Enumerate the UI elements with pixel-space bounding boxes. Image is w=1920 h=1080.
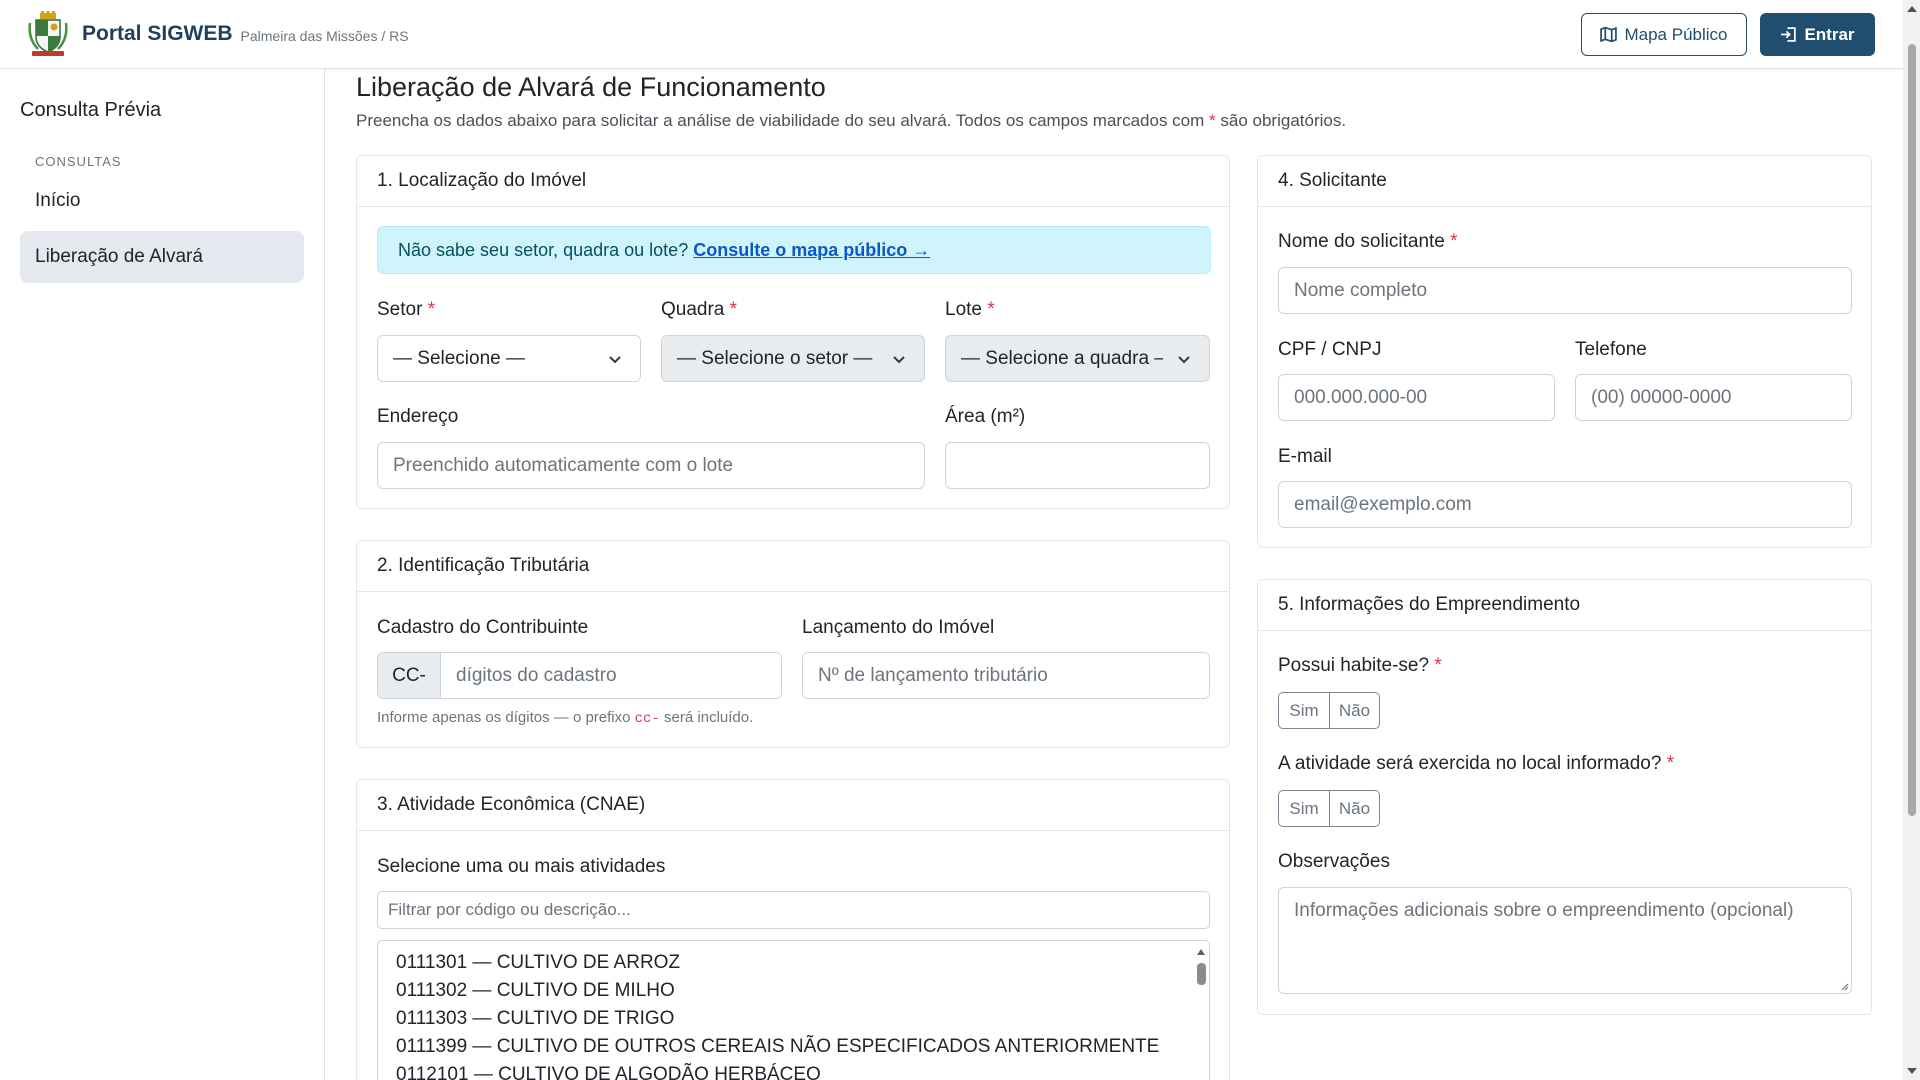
public-map-button-label: Mapa Público	[1624, 24, 1728, 44]
activity-listbox[interactable]: 0111301 — CULTIVO DE ARROZ 0111302 — CUL…	[377, 940, 1210, 1080]
cadastro-input[interactable]: dígitos do cadastro	[440, 652, 782, 699]
listbox-scrollbar[interactable]	[1192, 941, 1209, 1080]
sidebar-item-liberacao-alvara[interactable]: Liberação de Alvará	[20, 231, 304, 283]
applicant-card-header: 4. Solicitante	[1258, 156, 1871, 207]
notes-textarea[interactable]: Informações adicionais sobre o empreendi…	[1278, 887, 1852, 994]
business-card: 5. Informações do Empreendimento Possui …	[1257, 579, 1872, 1015]
location-card-header: 1. Localização do Imóvel	[357, 156, 1229, 207]
applicant-card: 4. Solicitante Nome do solicitante * Nom…	[1257, 155, 1872, 548]
activity-label: Selecione uma ou mais atividades	[377, 856, 666, 877]
activity-card-header: 3. Atividade Econômica (CNAE)	[357, 780, 1229, 831]
public-map-link[interactable]: Consulte o mapa público →	[693, 240, 930, 261]
lancamento-input[interactable]: Nº de lançamento tributário	[802, 652, 1210, 699]
cpf-label: CPF / CNPJ	[1278, 339, 1382, 360]
map-icon	[1600, 26, 1618, 43]
habitese-yes-button[interactable]: Sim	[1279, 693, 1329, 728]
activity-card: 3. Atividade Econômica (CNAE) Selecione …	[356, 779, 1230, 1080]
habitese-label: Possui habite-se? *	[1278, 655, 1442, 676]
local-label: A atividade será exercida no local infor…	[1278, 753, 1675, 774]
name-label: Nome do solicitante *	[1278, 231, 1458, 252]
habitese-toggle: Sim Não	[1278, 692, 1380, 729]
list-item[interactable]: 0111301 — CULTIVO DE ARROZ	[378, 949, 1209, 977]
list-item[interactable]: 0111303 — CULTIVO DE TRIGO	[378, 1005, 1209, 1033]
page-subtitle: Preencha os dados abaixo para solicitar …	[356, 111, 1347, 130]
setor-select[interactable]: — Selecione —	[377, 335, 641, 382]
area-input[interactable]	[945, 442, 1210, 489]
lote-label: Lote *	[945, 299, 995, 320]
phone-label: Telefone	[1575, 339, 1647, 360]
sidebar-section-label: CONSULTAS	[35, 154, 122, 169]
scroll-up-arrow-icon[interactable]	[1907, 6, 1917, 12]
scroll-up-arrow-icon[interactable]	[1197, 949, 1205, 955]
name-input[interactable]: Nome completo	[1278, 267, 1852, 314]
habitese-no-button[interactable]: Não	[1329, 693, 1379, 728]
tax-card-header: 2. Identificação Tributária	[357, 541, 1229, 592]
login-icon	[1781, 27, 1797, 42]
map-info-alert: Não sabe seu setor, quadra ou lote? Cons…	[377, 226, 1211, 274]
brand-city: Palmeira das Missões / RS	[240, 28, 409, 44]
page-scrollbar[interactable]	[1903, 0, 1920, 1080]
local-no-button[interactable]: Não	[1329, 791, 1379, 826]
area-label: Área (m²)	[945, 406, 1026, 427]
chevron-down-icon	[1178, 356, 1190, 364]
email-label: E-mail	[1278, 446, 1332, 467]
listbox-scroll-thumb[interactable]	[1197, 963, 1206, 985]
cpf-input[interactable]: 000.000.000-00	[1278, 374, 1555, 421]
page-scroll-thumb[interactable]	[1908, 44, 1916, 816]
scroll-down-arrow-icon[interactable]	[1907, 1068, 1917, 1074]
lancamento-label: Lançamento do Imóvel	[802, 617, 995, 638]
notes-label: Observações	[1278, 851, 1390, 872]
endereco-input[interactable]: Preenchido automaticamente com o lote	[377, 442, 925, 489]
cadastro-label: Cadastro do Contribuinte	[377, 617, 589, 638]
top-navbar: Portal SIGWEB Palmeira das Missões / RS …	[0, 0, 1903, 69]
local-toggle: Sim Não	[1278, 790, 1380, 827]
quadra-label: Quadra *	[661, 299, 738, 320]
city-coat-of-arms-logo	[28, 11, 68, 56]
local-yes-button[interactable]: Sim	[1279, 791, 1329, 826]
sidebar-title: Consulta Prévia	[20, 99, 162, 121]
public-map-button[interactable]: Mapa Público	[1581, 13, 1747, 56]
page-title: Liberação de Alvará de Funcionamento	[356, 72, 826, 102]
location-card: 1. Localização do Imóvel Não sabe seu se…	[356, 155, 1230, 509]
phone-input[interactable]: (00) 00000-0000	[1575, 374, 1852, 421]
list-item[interactable]: 0111302 — CULTIVO DE MILHO	[378, 977, 1209, 1005]
tax-card: 2. Identificação Tributária Cadastro do …	[356, 540, 1230, 748]
list-item[interactable]: 0112101 — CULTIVO DE ALGODÃO HERBÁCEO	[378, 1061, 1209, 1080]
sidebar: Consulta Prévia CONSULTAS Início Liberaç…	[0, 69, 325, 1080]
endereco-label: Endereço	[377, 406, 459, 427]
list-item[interactable]: 0111399 — CULTIVO DE OUTROS CEREAIS NÃO …	[378, 1033, 1209, 1061]
brand[interactable]: Portal SIGWEB Palmeira das Missões / RS	[26, 11, 409, 57]
setor-label: Setor *	[377, 299, 436, 320]
business-card-header: 5. Informações do Empreendimento	[1258, 580, 1871, 631]
activity-filter-input[interactable]: Filtrar por código ou descrição...	[377, 891, 1210, 929]
sidebar-item-inicio[interactable]: Início	[20, 175, 304, 227]
lote-select[interactable]: — Selecione a quadra —	[945, 335, 1210, 382]
cadastro-help-text: Informe apenas os dígitos — o prefixo cc…	[377, 709, 754, 727]
email-input[interactable]: email@exemplo.com	[1278, 481, 1852, 528]
chevron-down-icon	[609, 356, 621, 364]
brand-name: Portal SIGWEB	[82, 22, 233, 45]
cadastro-prefix: CC-	[377, 652, 441, 699]
login-button-label: Entrar	[1804, 24, 1855, 44]
login-button[interactable]: Entrar	[1760, 13, 1875, 56]
quadra-select[interactable]: — Selecione o setor —	[661, 335, 925, 382]
resize-grip-icon[interactable]	[1839, 981, 1849, 991]
chevron-down-icon	[893, 356, 905, 364]
